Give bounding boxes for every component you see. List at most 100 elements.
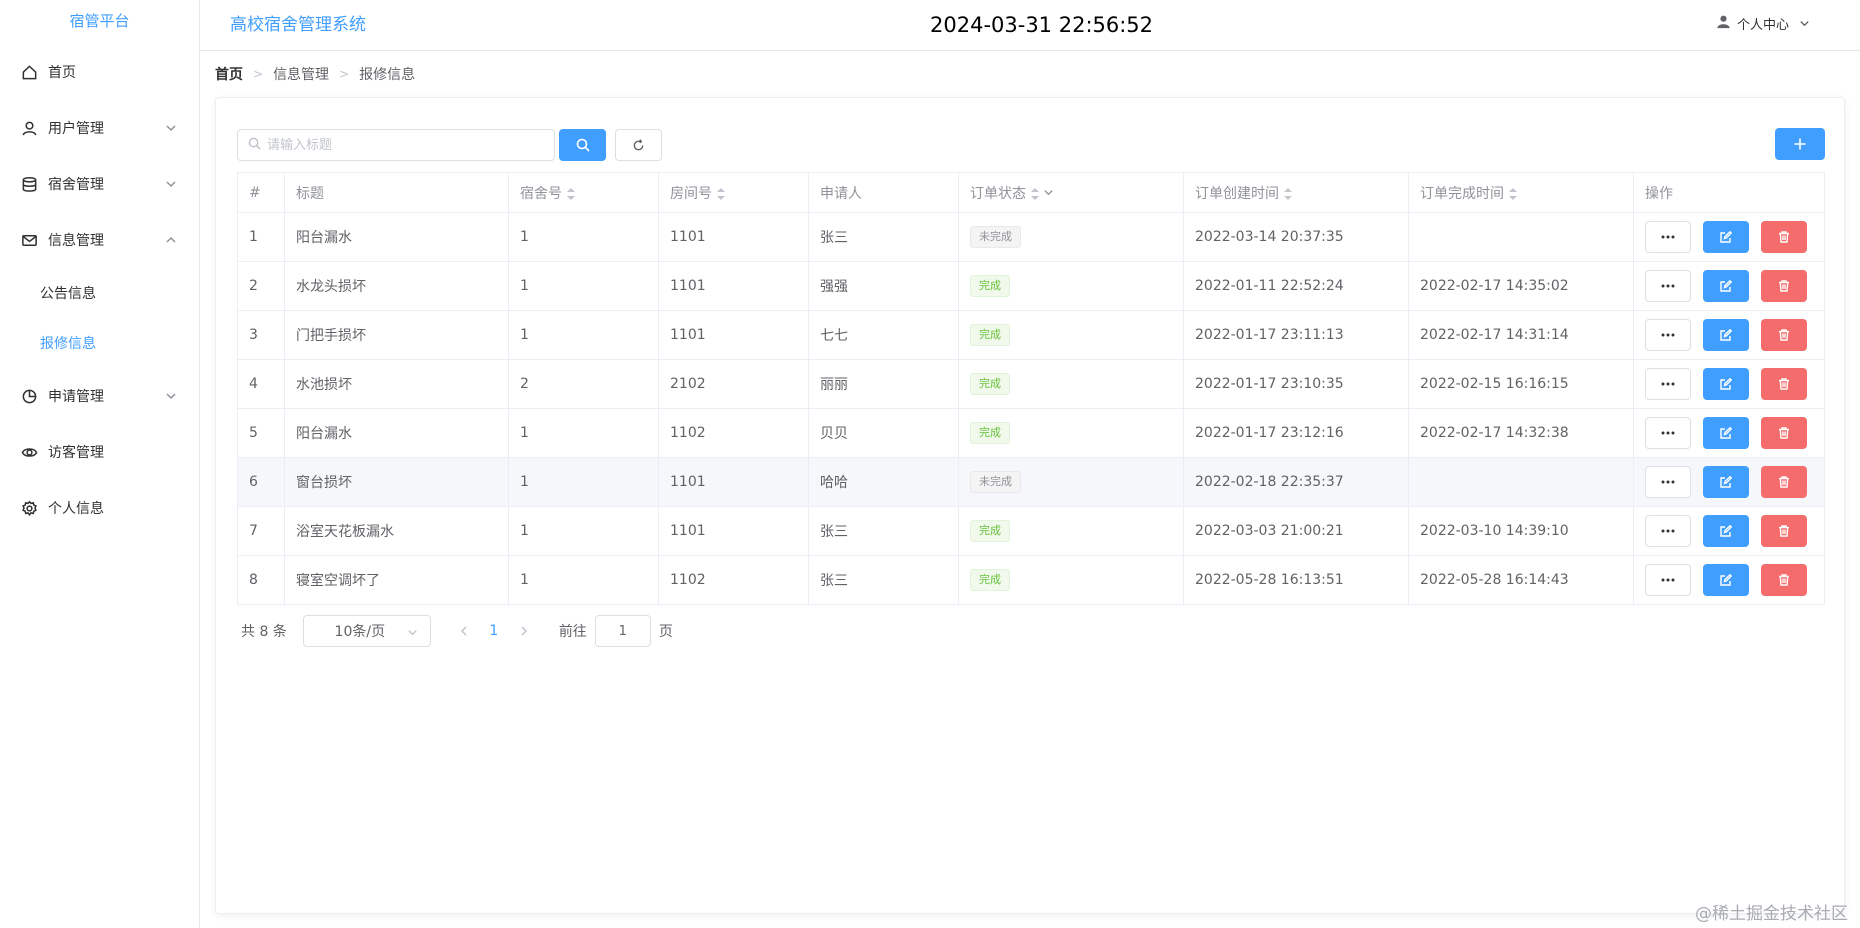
col-header-finished[interactable]: 订单完成时间 (1408, 172, 1634, 213)
table-row[interactable]: 5 阳台漏水 1 1102 贝贝 完成 2022-01-17 23:12:16 2022-02… (237, 408, 1825, 458)
delete-icon (1778, 574, 1790, 586)
sidebar-subitem-repair-info[interactable]: 报修信息 (0, 318, 199, 368)
prev-page-button[interactable] (449, 626, 479, 636)
col-header-label: 标题 (296, 185, 324, 202)
col-header-status[interactable]: 订单状态 (958, 172, 1184, 213)
col-header-created[interactable]: 订单创建时间 (1183, 172, 1409, 213)
sidebar-logo: 宿管平台 (69, 12, 130, 30)
next-page-button[interactable] (509, 626, 539, 636)
search-icon (248, 137, 261, 154)
table-row[interactable]: 6 窗台损坏 1 1101 哈哈 未完成 2022-02-18 22:35:37 (237, 457, 1825, 507)
edit-button[interactable] (1703, 270, 1749, 302)
database-icon (20, 175, 38, 193)
col-header-title: 标题 (284, 172, 509, 213)
sort-icon[interactable] (1031, 187, 1039, 200)
cell-finished: 2022-02-17 14:32:38 (1408, 408, 1634, 458)
more-button[interactable] (1645, 515, 1691, 547)
search-input-wrapper[interactable] (237, 129, 555, 161)
more-button[interactable] (1645, 417, 1691, 449)
cell-title: 阳台漏水 (284, 408, 509, 458)
cell-dorm: 1 (508, 261, 659, 311)
cell-status: 完成 (958, 261, 1184, 311)
user-center-dropdown[interactable]: 个人中心 (1716, 0, 1810, 51)
cell-dorm: 1 (508, 555, 659, 605)
search-input[interactable] (267, 137, 547, 153)
cell-room: 1101 (658, 310, 809, 360)
edit-button[interactable] (1703, 319, 1749, 351)
sidebar-item-dorm-management[interactable]: 宿舍管理 (0, 156, 199, 212)
more-button[interactable] (1645, 466, 1691, 498)
table-row[interactable]: 1 阳台漏水 1 1101 张三 未完成 2022-03-14 20:37:35 (237, 212, 1825, 262)
delete-button[interactable] (1761, 466, 1807, 498)
page-number-current[interactable]: 1 (479, 623, 509, 639)
delete-button[interactable] (1761, 270, 1807, 302)
home-icon (20, 63, 38, 81)
sort-icon[interactable] (1509, 187, 1517, 200)
more-button[interactable] (1645, 368, 1691, 400)
table-row[interactable]: 4 水池损坏 2 2102 丽丽 完成 2022-01-17 23:10:35 2022-02… (237, 359, 1825, 409)
delete-button[interactable] (1761, 221, 1807, 253)
delete-button[interactable] (1761, 564, 1807, 596)
reset-button[interactable] (615, 129, 662, 161)
sidebar-item-personal-info[interactable]: 个人信息 (0, 480, 199, 536)
delete-button[interactable] (1761, 319, 1807, 351)
setting-icon (20, 499, 38, 517)
cell-applicant: 张三 (808, 506, 959, 556)
edit-button[interactable] (1703, 466, 1749, 498)
delete-button[interactable] (1761, 417, 1807, 449)
goto-page-input[interactable] (594, 615, 651, 647)
plus-icon (1794, 138, 1806, 150)
sort-icon[interactable] (717, 187, 725, 200)
more-button[interactable] (1645, 564, 1691, 596)
filter-icon[interactable] (1043, 186, 1054, 202)
more-button[interactable] (1645, 270, 1691, 302)
status-badge: 完成 (970, 373, 1010, 395)
col-header-dorm[interactable]: 宿舍号 (508, 172, 659, 213)
sort-icon[interactable] (1284, 187, 1292, 200)
cell-actions (1633, 506, 1825, 556)
sidebar-item-info-management[interactable]: 信息管理 (0, 212, 199, 268)
sidebar-item-visitor-management[interactable]: 访客管理 (0, 424, 199, 480)
breadcrumb-info-management: 信息管理 (273, 67, 330, 83)
cell-room: 1101 (658, 212, 809, 262)
add-button[interactable] (1775, 128, 1825, 160)
table-row[interactable]: 8 寝室空调坏了 1 1102 张三 完成 2022-05-28 16:13:51 2022-… (237, 555, 1825, 605)
page-size-select[interactable]: 10条/页 (302, 615, 431, 647)
delete-button[interactable] (1761, 368, 1807, 400)
sort-icon[interactable] (567, 187, 575, 200)
col-header-room[interactable]: 房间号 (658, 172, 809, 213)
status-badge: 未完成 (970, 226, 1021, 248)
edit-icon (1720, 231, 1732, 243)
cell-title: 浴室天花板漏水 (284, 506, 509, 556)
cell-actions (1633, 310, 1825, 360)
table-row[interactable]: 2 水龙头损坏 1 1101 强强 完成 2022-01-11 22:52:24 2022-0… (237, 261, 1825, 311)
cell-status: 完成 (958, 310, 1184, 360)
sidebar-item-label: 访客管理 (48, 445, 104, 461)
status-badge: 未完成 (970, 471, 1021, 493)
edit-button[interactable] (1703, 417, 1749, 449)
sidebar-item-application-management[interactable]: 申请管理 (0, 368, 199, 424)
table-header-row: # 标题 宿舍号 房间号 申请人 订单状态 订单创建时间 订单完成时间 操作 (237, 172, 1825, 213)
sidebar-item-user-management[interactable]: 用户管理 (0, 100, 199, 156)
cell-applicant: 张三 (808, 555, 959, 605)
table-row[interactable]: 3 门把手损坏 1 1101 七七 完成 2022-01-17 23:11:13 2022-0… (237, 310, 1825, 360)
search-button[interactable] (559, 129, 606, 161)
sidebar-subitem-announcement[interactable]: 公告信息 (0, 268, 199, 318)
more-button[interactable] (1645, 319, 1691, 351)
main-card: # 标题 宿舍号 房间号 申请人 订单状态 订单创建时间 订单完成时间 操作 1… (215, 97, 1845, 914)
more-icon (1661, 284, 1675, 288)
sidebar-item-home[interactable]: 首页 (0, 44, 199, 100)
table-row[interactable]: 7 浴室天花板漏水 1 1101 张三 完成 2022-03-03 21:00:21 2022… (237, 506, 1825, 556)
more-button[interactable] (1645, 221, 1691, 253)
edit-button[interactable] (1703, 515, 1749, 547)
col-header-actions: 操作 (1633, 172, 1825, 213)
edit-button[interactable] (1703, 221, 1749, 253)
breadcrumb-home[interactable]: 首页 (215, 64, 243, 84)
edit-button[interactable] (1703, 564, 1749, 596)
delete-button[interactable] (1761, 515, 1807, 547)
page-suffix: 页 (658, 624, 673, 640)
cell-index: 6 (237, 457, 285, 507)
edit-button[interactable] (1703, 368, 1749, 400)
search-icon (576, 138, 590, 152)
delete-icon (1778, 525, 1790, 537)
